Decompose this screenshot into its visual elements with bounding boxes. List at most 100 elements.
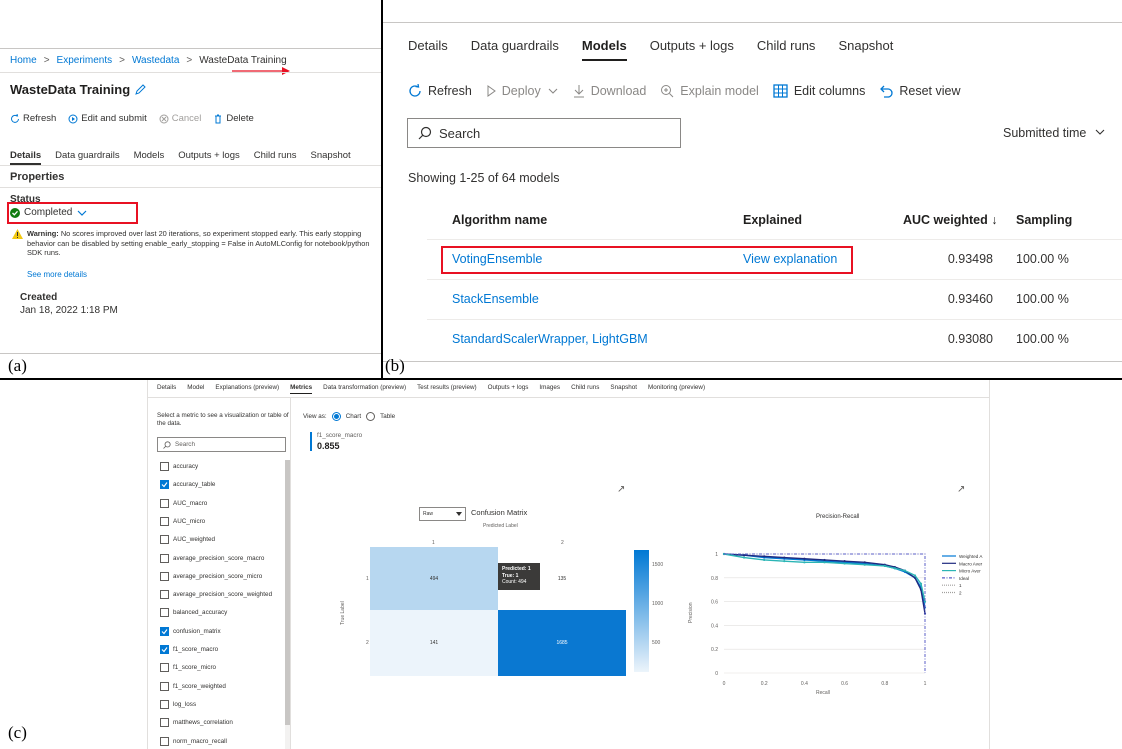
metric-item[interactable]: AUC_micro bbox=[160, 516, 206, 526]
breadcrumb-home[interactable]: Home bbox=[10, 55, 37, 66]
checkbox[interactable] bbox=[160, 681, 169, 691]
metric-item[interactable]: f1_score_weighted bbox=[160, 681, 226, 691]
download-button[interactable]: Download bbox=[573, 84, 646, 98]
tab-details[interactable]: Details bbox=[408, 38, 448, 61]
breadcrumb-wastedata[interactable]: Wastedata bbox=[132, 55, 179, 66]
checkbox-checked[interactable] bbox=[160, 645, 169, 654]
metric-item[interactable]: AUC_macro bbox=[160, 498, 207, 508]
tab-metrics[interactable]: Metrics bbox=[290, 384, 313, 394]
tab-bar: Details Data guardrails Models Outputs +… bbox=[10, 150, 351, 165]
tab-child-runs[interactable]: Child runs bbox=[757, 38, 816, 61]
tab-child-runs[interactable]: Child runs bbox=[571, 384, 599, 394]
pr-point bbox=[743, 556, 746, 559]
checkbox[interactable] bbox=[160, 498, 169, 508]
metric-item[interactable]: log_loss bbox=[160, 699, 196, 709]
breadcrumb-current: WasteData Training bbox=[199, 55, 287, 66]
search-placeholder: Search bbox=[175, 441, 195, 448]
tab-images[interactable]: Images bbox=[539, 384, 560, 394]
scrollbar-thumb[interactable] bbox=[285, 460, 290, 725]
tab-data-guardrails[interactable]: Data guardrails bbox=[471, 38, 559, 61]
tab-details[interactable]: Details bbox=[10, 150, 42, 165]
checkbox[interactable] bbox=[160, 590, 169, 600]
metric-label: AUC_weighted bbox=[173, 536, 216, 544]
breadcrumb-experiments[interactable]: Experiments bbox=[57, 55, 113, 66]
reset-view-button[interactable]: Reset view bbox=[879, 84, 961, 98]
tab-child-runs[interactable]: Child runs bbox=[254, 150, 297, 165]
metric-item[interactable]: norm_macro_recall bbox=[160, 736, 227, 746]
checkbox[interactable] bbox=[160, 553, 169, 563]
checkbox-checked[interactable] bbox=[160, 626, 169, 636]
checkbox[interactable] bbox=[160, 535, 169, 545]
refresh-button[interactable]: Refresh bbox=[10, 113, 56, 124]
metric-item[interactable]: f1_score_micro bbox=[160, 663, 216, 673]
sort-dropdown[interactable]: Submitted time bbox=[1003, 126, 1106, 140]
tab-test-results-preview[interactable]: Test results (preview) bbox=[417, 384, 477, 394]
checkbox[interactable] bbox=[160, 571, 169, 581]
tab-snapshot[interactable]: Snapshot bbox=[311, 150, 351, 165]
tab-data-transformation-preview[interactable]: Data transformation (preview) bbox=[323, 384, 406, 394]
deploy-button[interactable]: Deploy bbox=[486, 84, 559, 98]
explain-model-button[interactable]: Explain model bbox=[660, 84, 759, 98]
model-name-link[interactable]: StackEnsemble bbox=[452, 292, 539, 306]
cm-cell[interactable]: 141 bbox=[370, 610, 498, 676]
checkbox[interactable] bbox=[160, 462, 169, 471]
refresh-icon bbox=[11, 113, 19, 123]
tab-details[interactable]: Details bbox=[157, 384, 176, 394]
expand-icon[interactable]: ↗ bbox=[617, 484, 625, 495]
tab-snapshot[interactable]: Snapshot bbox=[610, 384, 637, 394]
column-header-auc[interactable]: AUC weighted ↓ bbox=[903, 213, 997, 227]
tab-data-guardrails[interactable]: Data guardrails bbox=[55, 150, 119, 165]
checkbox[interactable] bbox=[160, 699, 169, 709]
table-radio[interactable] bbox=[366, 412, 376, 421]
metric-item[interactable]: average_precision_score_weighted bbox=[160, 590, 272, 600]
metric-item[interactable]: confusion_matrix bbox=[160, 626, 221, 636]
column-header-sampling[interactable]: Sampling bbox=[1016, 213, 1072, 227]
column-header-algorithm[interactable]: Algorithm name bbox=[452, 213, 547, 227]
tab-model[interactable]: Model bbox=[187, 384, 204, 394]
metric-item[interactable]: AUC_weighted bbox=[160, 535, 216, 545]
search-input[interactable]: Search bbox=[407, 118, 681, 148]
delete-button[interactable]: Delete bbox=[213, 113, 254, 124]
checkbox[interactable] bbox=[160, 663, 169, 673]
tab-outputs-logs[interactable]: Outputs + logs bbox=[650, 38, 734, 61]
divider bbox=[0, 48, 381, 49]
expand-icon[interactable]: ↗ bbox=[957, 484, 965, 495]
tab-models[interactable]: Models bbox=[582, 38, 627, 61]
refresh-button[interactable]: Refresh bbox=[408, 84, 472, 98]
cancel-button[interactable]: Cancel bbox=[159, 113, 201, 124]
model-name-link[interactable]: StandardScalerWrapper, LightGBM bbox=[452, 332, 648, 346]
checkbox[interactable] bbox=[160, 516, 169, 526]
metric-item[interactable]: average_precision_score_micro bbox=[160, 571, 262, 581]
metric-item[interactable]: balanced_accuracy bbox=[160, 608, 227, 618]
column-header-explained[interactable]: Explained bbox=[743, 213, 802, 227]
metric-item[interactable]: average_precision_score_macro bbox=[160, 553, 264, 563]
cm-cell[interactable]: 1685 bbox=[498, 610, 626, 676]
metric-search-input[interactable]: Search bbox=[157, 437, 286, 452]
edit-pencil-icon[interactable] bbox=[135, 84, 146, 95]
metric-item[interactable]: accuracy_table bbox=[160, 480, 215, 490]
tab-explanations-preview[interactable]: Explanations (preview) bbox=[215, 384, 279, 394]
checkbox[interactable] bbox=[160, 608, 169, 618]
checkbox[interactable] bbox=[160, 736, 169, 746]
tab-monitoring-preview[interactable]: Monitoring (preview) bbox=[648, 384, 705, 394]
checkbox-checked[interactable] bbox=[160, 480, 169, 490]
properties-heading: Properties bbox=[10, 171, 65, 183]
breadcrumb-separator: > bbox=[119, 55, 125, 66]
metric-item[interactable]: matthews_correlation bbox=[160, 718, 233, 728]
checkbox[interactable] bbox=[160, 718, 169, 728]
tab-models[interactable]: Models bbox=[134, 150, 165, 165]
confusion-mode-dropdown[interactable]: Raw bbox=[419, 507, 466, 521]
metric-item[interactable]: f1_score_macro bbox=[160, 645, 218, 654]
metric-label: AUC_micro bbox=[173, 517, 206, 525]
cm-cell[interactable]: 494 bbox=[370, 547, 498, 610]
tab-snapshot[interactable]: Snapshot bbox=[838, 38, 893, 61]
edit-submit-button[interactable]: Edit and submit bbox=[68, 113, 147, 124]
x-tick-label: 0 bbox=[723, 681, 726, 687]
edit-columns-button[interactable]: Edit columns bbox=[773, 84, 865, 98]
tab-outputs-logs[interactable]: Outputs + logs bbox=[488, 384, 529, 394]
see-more-link[interactable]: See more details bbox=[27, 270, 87, 279]
metric-item[interactable]: accuracy bbox=[160, 462, 198, 471]
metric-label: f1_score_weighted bbox=[173, 682, 226, 690]
tab-outputs-logs[interactable]: Outputs + logs bbox=[178, 150, 240, 165]
chart-radio[interactable] bbox=[331, 412, 341, 421]
